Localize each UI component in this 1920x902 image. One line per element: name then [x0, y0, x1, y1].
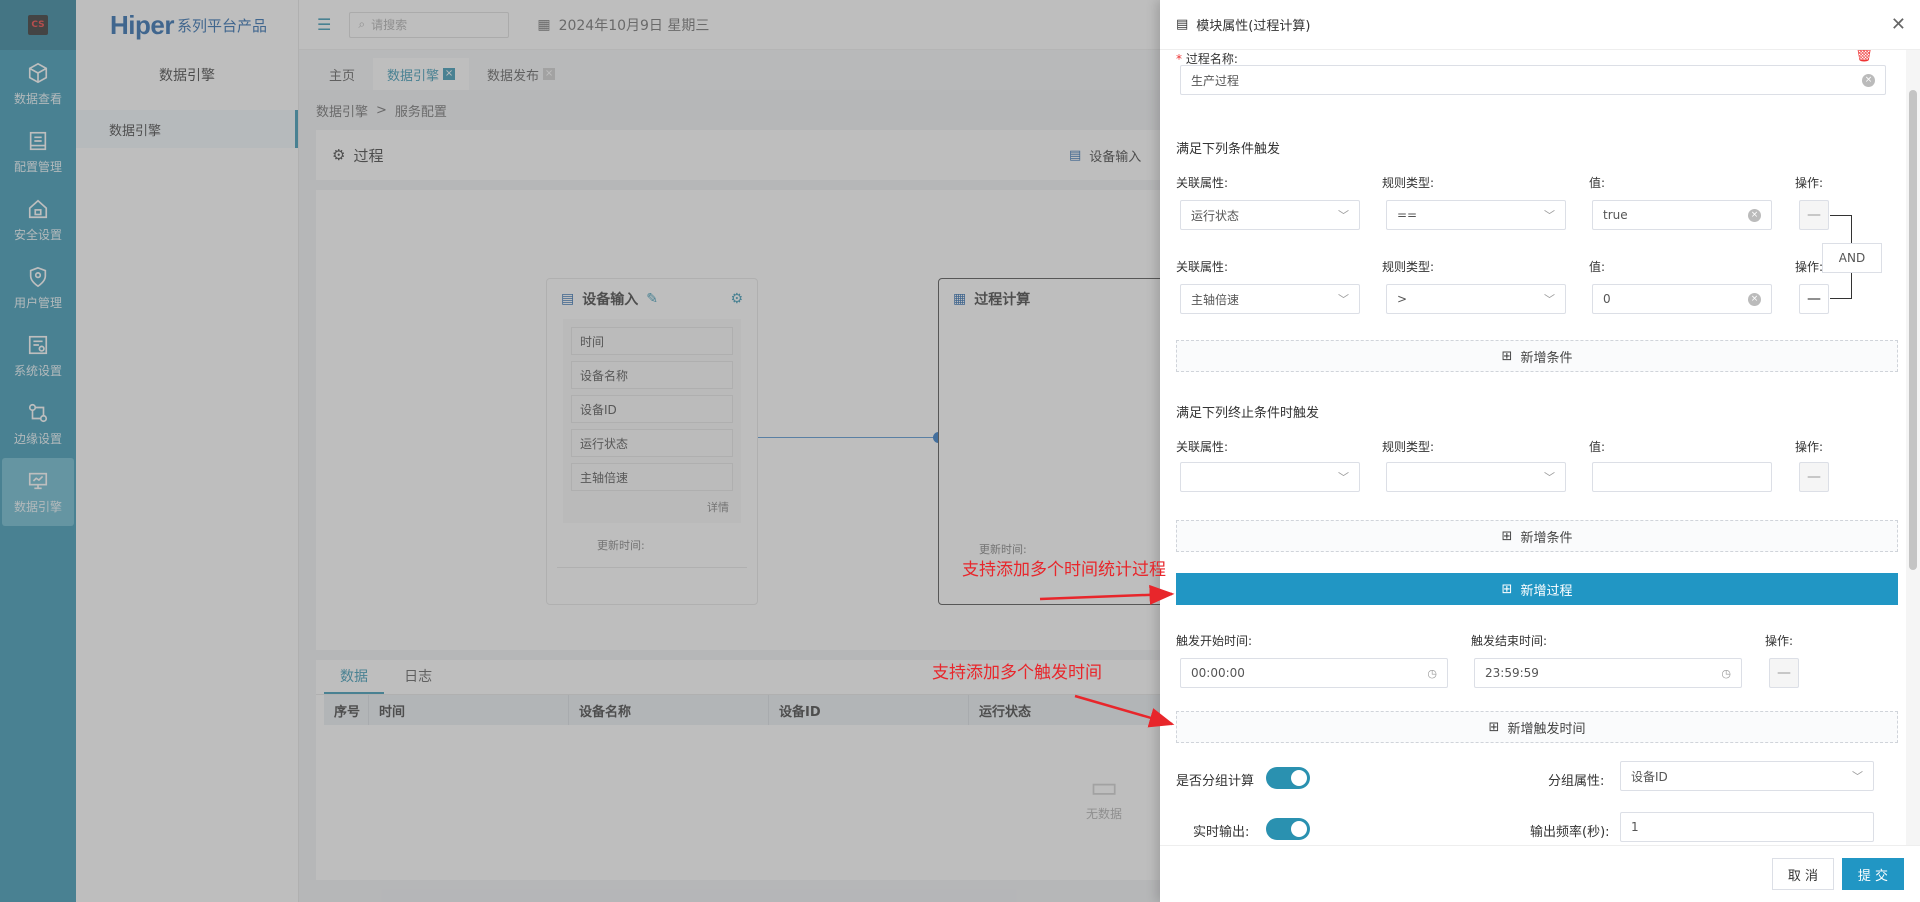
- add-icon: ⊞: [1488, 719, 1500, 735]
- group-attr-select[interactable]: 设备ID ﹀: [1620, 761, 1874, 791]
- rule-value: >: [1397, 292, 1408, 306]
- drawer-footer: 取 消 提 交: [1160, 845, 1920, 902]
- col-op-label: 操作:: [1765, 634, 1794, 648]
- trigger-section-title: 满足下列条件触发: [1176, 142, 1281, 157]
- group-attr-label: 分组属性:: [1548, 774, 1605, 789]
- col-value-label: 值:: [1589, 440, 1606, 454]
- clock-icon: ◷: [1721, 666, 1731, 680]
- trigger-end-label: 触发结束时间:: [1471, 634, 1548, 648]
- end-rule-select[interactable]: ﹀: [1386, 462, 1566, 492]
- submit-button[interactable]: 提 交: [1842, 858, 1904, 890]
- remove-row-button[interactable]: —: [1799, 200, 1829, 230]
- drawer-body: * 过程名称: 🗑 生产过程 × 满足下列条件触发 关联属性: 规则类型: 值:…: [1160, 50, 1906, 845]
- attr-value: 运行状态: [1191, 208, 1240, 223]
- add-condition-label: 新增条件: [1520, 350, 1573, 366]
- drawer-title: 模块属性(过程计算): [1196, 19, 1311, 34]
- realtime-toggle[interactable]: [1266, 818, 1310, 840]
- remove-time-button[interactable]: —: [1769, 658, 1799, 688]
- trigger-start-value: 00:00:00: [1191, 666, 1245, 680]
- value-text: true: [1603, 208, 1628, 222]
- group-attr-value: 设备ID: [1631, 769, 1668, 784]
- document-icon: ▤: [1176, 17, 1189, 32]
- col-rule-label: 规则类型:: [1382, 440, 1435, 454]
- col-op-label: 操作:: [1795, 440, 1824, 454]
- realtime-label: 实时输出:: [1193, 825, 1250, 840]
- process-name-label-text: 过程名称:: [1185, 52, 1238, 66]
- drawer-header: ▤ 模块属性(过程计算): [1160, 0, 1920, 50]
- col-rule-label: 规则类型:: [1382, 260, 1435, 274]
- add-condition-label: 新增条件: [1520, 530, 1573, 546]
- chevron-down-icon: ﹀: [1852, 770, 1863, 783]
- freq-label: 输出频率(秒):: [1530, 825, 1610, 840]
- group-calc-label: 是否分组计算: [1176, 774, 1255, 789]
- value-text: 0: [1603, 292, 1611, 306]
- chevron-down-icon: ﹀: [1544, 293, 1555, 306]
- annotation-add-trigger-time: 支持添加多个触发时间: [932, 663, 1102, 683]
- clear-icon[interactable]: ×: [1862, 73, 1875, 87]
- scrollbar-thumb[interactable]: [1909, 90, 1917, 570]
- end-section-title: 满足下列终止条件时触发: [1176, 406, 1320, 421]
- annotation-add-process: 支持添加多个时间统计过程: [962, 560, 1166, 580]
- clear-icon[interactable]: ×: [1748, 208, 1761, 222]
- add-process-label: 新增过程: [1520, 583, 1573, 599]
- chevron-down-icon: ﹀: [1544, 471, 1555, 484]
- value-input[interactable]: true ×: [1592, 200, 1772, 230]
- clock-icon: ◷: [1427, 666, 1437, 680]
- and-toggle[interactable]: AND: [1822, 243, 1882, 273]
- group-calc-toggle[interactable]: [1266, 767, 1310, 789]
- add-trigger-time-button[interactable]: ⊞ 新增触发时间: [1176, 711, 1898, 743]
- trigger-start-label: 触发开始时间:: [1176, 634, 1253, 648]
- modal-overlay[interactable]: [0, 0, 1160, 902]
- rule-select[interactable]: > ﹀: [1386, 284, 1566, 314]
- process-name-value: 生产过程: [1191, 73, 1240, 88]
- add-process-button[interactable]: ⊞ 新增过程: [1176, 573, 1898, 605]
- delete-icon[interactable]: 🗑: [1854, 50, 1874, 63]
- freq-input[interactable]: 1: [1620, 812, 1874, 842]
- col-rule-label: 规则类型:: [1382, 176, 1435, 190]
- remove-row-button[interactable]: —: [1799, 462, 1829, 492]
- chevron-down-icon: ﹀: [1544, 209, 1555, 222]
- close-icon[interactable]: ✕: [1891, 14, 1906, 35]
- col-op-label: 操作:: [1795, 176, 1824, 190]
- add-condition-button[interactable]: ⊞ 新增条件: [1176, 340, 1898, 372]
- rule-select[interactable]: == ﹀: [1386, 200, 1566, 230]
- trigger-end-value: 23:59:59: [1485, 666, 1539, 680]
- add-icon: ⊞: [1501, 581, 1513, 597]
- rule-value: ==: [1397, 208, 1418, 222]
- col-value-label: 值:: [1589, 260, 1606, 274]
- trigger-start-input[interactable]: 00:00:00 ◷: [1180, 658, 1448, 688]
- process-name-input[interactable]: 生产过程 ×: [1180, 65, 1886, 95]
- drawer-scrollbar[interactable]: [1906, 50, 1920, 845]
- col-value-label: 值:: [1589, 176, 1606, 190]
- clear-icon[interactable]: ×: [1748, 292, 1761, 306]
- required-mark: *: [1176, 52, 1182, 66]
- add-end-condition-button[interactable]: ⊞ 新增条件: [1176, 520, 1898, 552]
- properties-drawer: ▤ 模块属性(过程计算) ✕ * 过程名称: 🗑 生产过程 × 满足下列条件触发…: [1160, 0, 1920, 902]
- trigger-end-input[interactable]: 23:59:59 ◷: [1474, 658, 1742, 688]
- add-icon: ⊞: [1501, 528, 1513, 544]
- col-attr-label: 关联属性:: [1176, 176, 1229, 190]
- col-attr-label: 关联属性:: [1176, 260, 1229, 274]
- end-attr-select[interactable]: ﹀: [1180, 462, 1360, 492]
- chevron-down-icon: ﹀: [1338, 471, 1349, 484]
- cancel-button[interactable]: 取 消: [1772, 858, 1834, 890]
- add-trigger-time-label: 新增触发时间: [1507, 721, 1586, 737]
- chevron-down-icon: ﹀: [1338, 293, 1349, 306]
- value-input[interactable]: 0 ×: [1592, 284, 1772, 314]
- attr-select[interactable]: 运行状态 ﹀: [1180, 200, 1360, 230]
- add-icon: ⊞: [1501, 348, 1513, 364]
- attr-select[interactable]: 主轴倍速 ﹀: [1180, 284, 1360, 314]
- end-value-input[interactable]: [1592, 462, 1772, 492]
- chevron-down-icon: ﹀: [1338, 209, 1349, 222]
- attr-value: 主轴倍速: [1191, 292, 1240, 307]
- freq-value: 1: [1631, 820, 1639, 834]
- col-op-label: 操作:: [1795, 260, 1824, 274]
- remove-row-button[interactable]: —: [1799, 284, 1829, 314]
- col-attr-label: 关联属性:: [1176, 440, 1229, 454]
